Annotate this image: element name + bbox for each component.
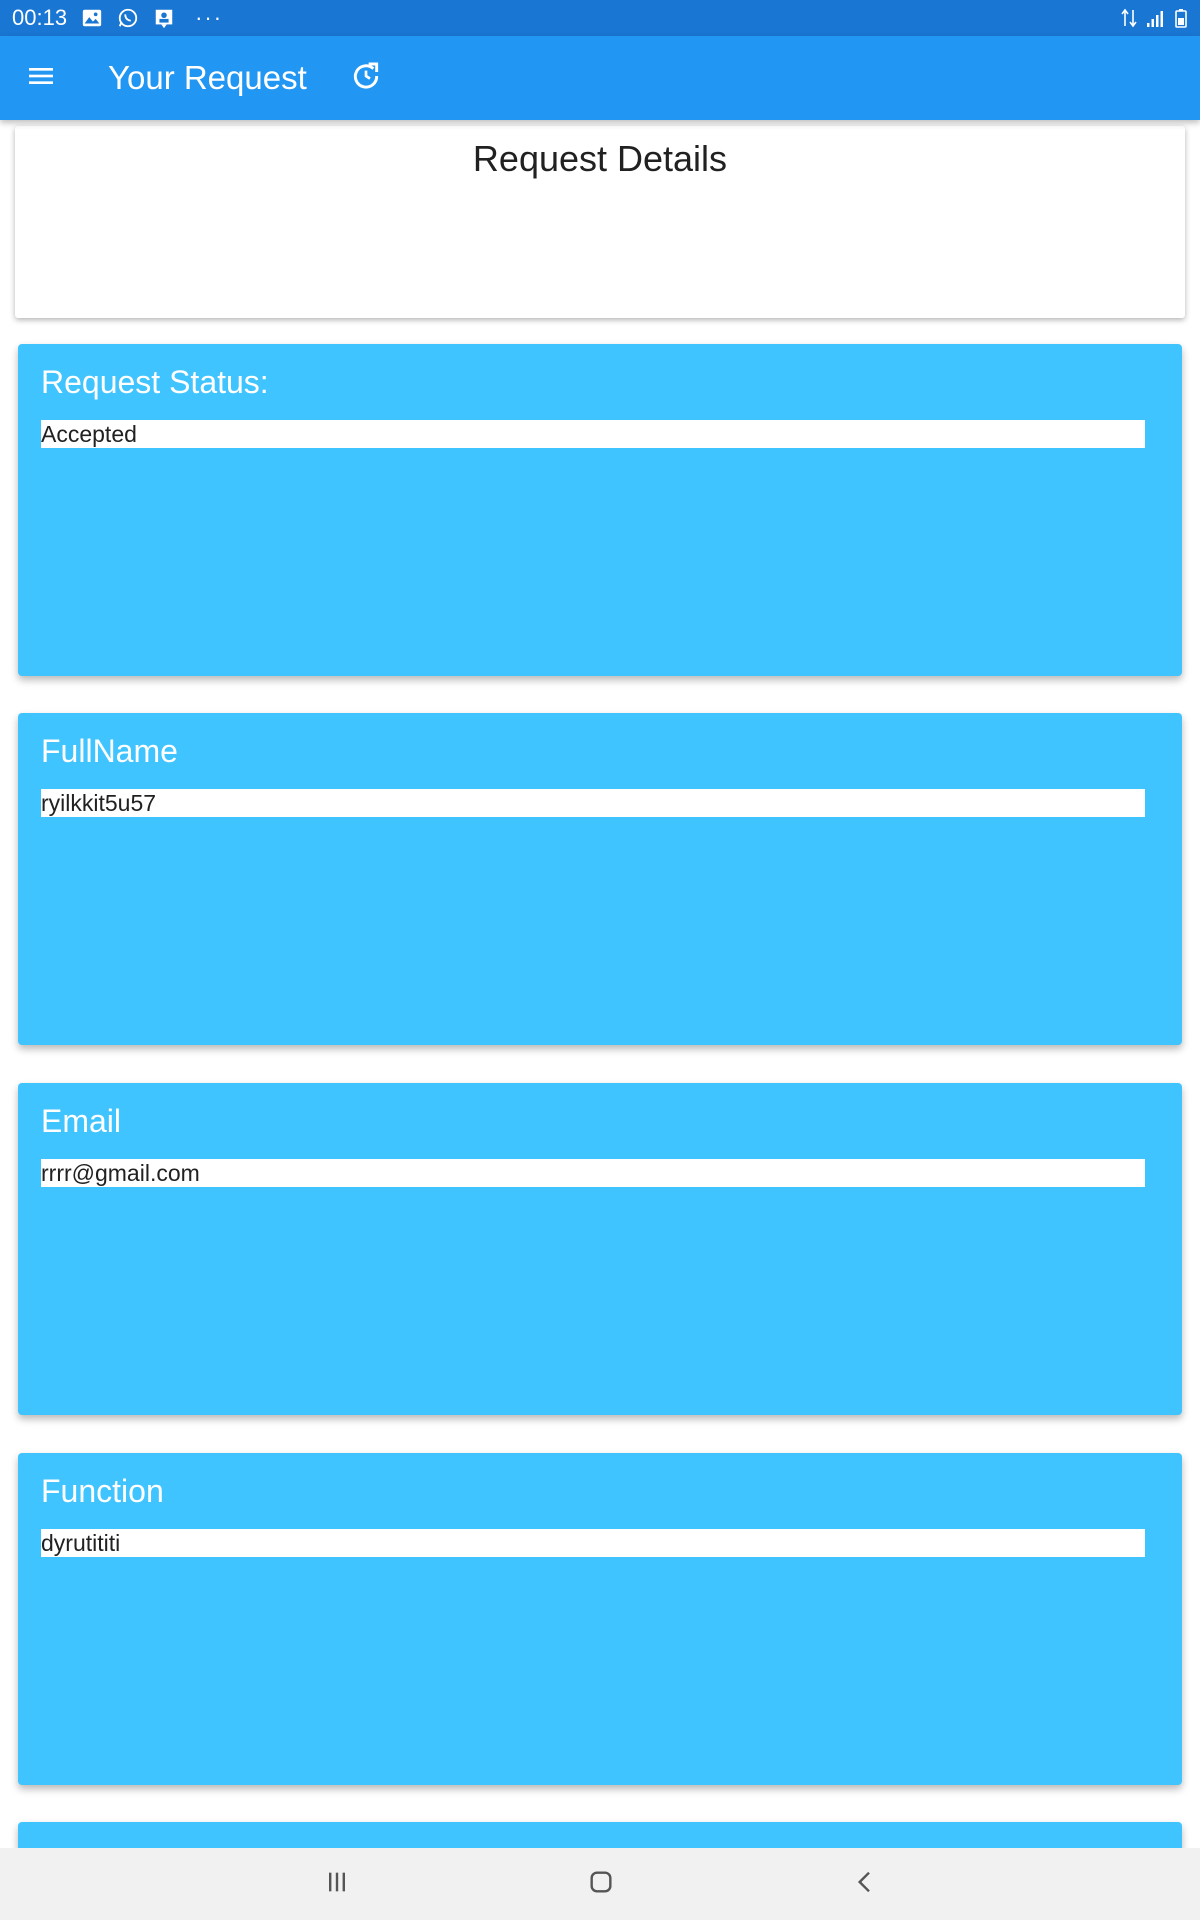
menu-button[interactable] [20, 57, 62, 99]
contact-card-icon [153, 7, 175, 29]
data-transfer-icon [1120, 8, 1138, 28]
page-title: Your Request [108, 59, 307, 96]
fullname-label: FullName [41, 733, 178, 769]
signal-icon [1146, 8, 1164, 28]
request-status-card: Request Status: Accepted [18, 344, 1182, 676]
recent-apps-icon [321, 1866, 353, 1903]
home-button[interactable] [571, 1854, 631, 1914]
image-icon [81, 7, 103, 29]
whatsapp-icon [117, 7, 139, 29]
system-status-icons [1120, 8, 1190, 28]
fullname-card: FullName ryilkkit5u57 [18, 713, 1182, 1045]
home-icon [585, 1866, 617, 1903]
notification-icons: ··· [81, 7, 223, 29]
refresh-icon [350, 60, 382, 97]
email-value: rrrr@gmail.com [41, 1159, 1145, 1187]
battery-icon [1172, 8, 1190, 28]
request-status-label: Request Status: [41, 364, 269, 400]
app-bar: Your Request [0, 36, 1200, 120]
status-bar: 00:13 ··· [0, 0, 1200, 36]
function-card: Function dyrutititi [18, 1453, 1182, 1785]
back-button[interactable] [835, 1854, 895, 1914]
email-card: Email rrrr@gmail.com [18, 1083, 1182, 1415]
back-icon [849, 1866, 881, 1903]
refresh-button[interactable] [345, 57, 387, 99]
function-label: Function [41, 1473, 164, 1509]
fullname-value: ryilkkit5u57 [41, 789, 1145, 817]
more-notifications-icon: ··· [195, 5, 224, 30]
function-value: dyrutititi [41, 1529, 1145, 1557]
recent-apps-button[interactable] [307, 1854, 367, 1914]
navigation-bar [0, 1848, 1200, 1920]
status-time: 00:13 [12, 5, 68, 30]
email-label: Email [41, 1103, 122, 1139]
request-status-value: Accepted [41, 420, 1145, 448]
request-details-title: Request Details [472, 138, 728, 179]
request-details-card: Request Details [15, 126, 1185, 318]
menu-icon [25, 60, 57, 97]
